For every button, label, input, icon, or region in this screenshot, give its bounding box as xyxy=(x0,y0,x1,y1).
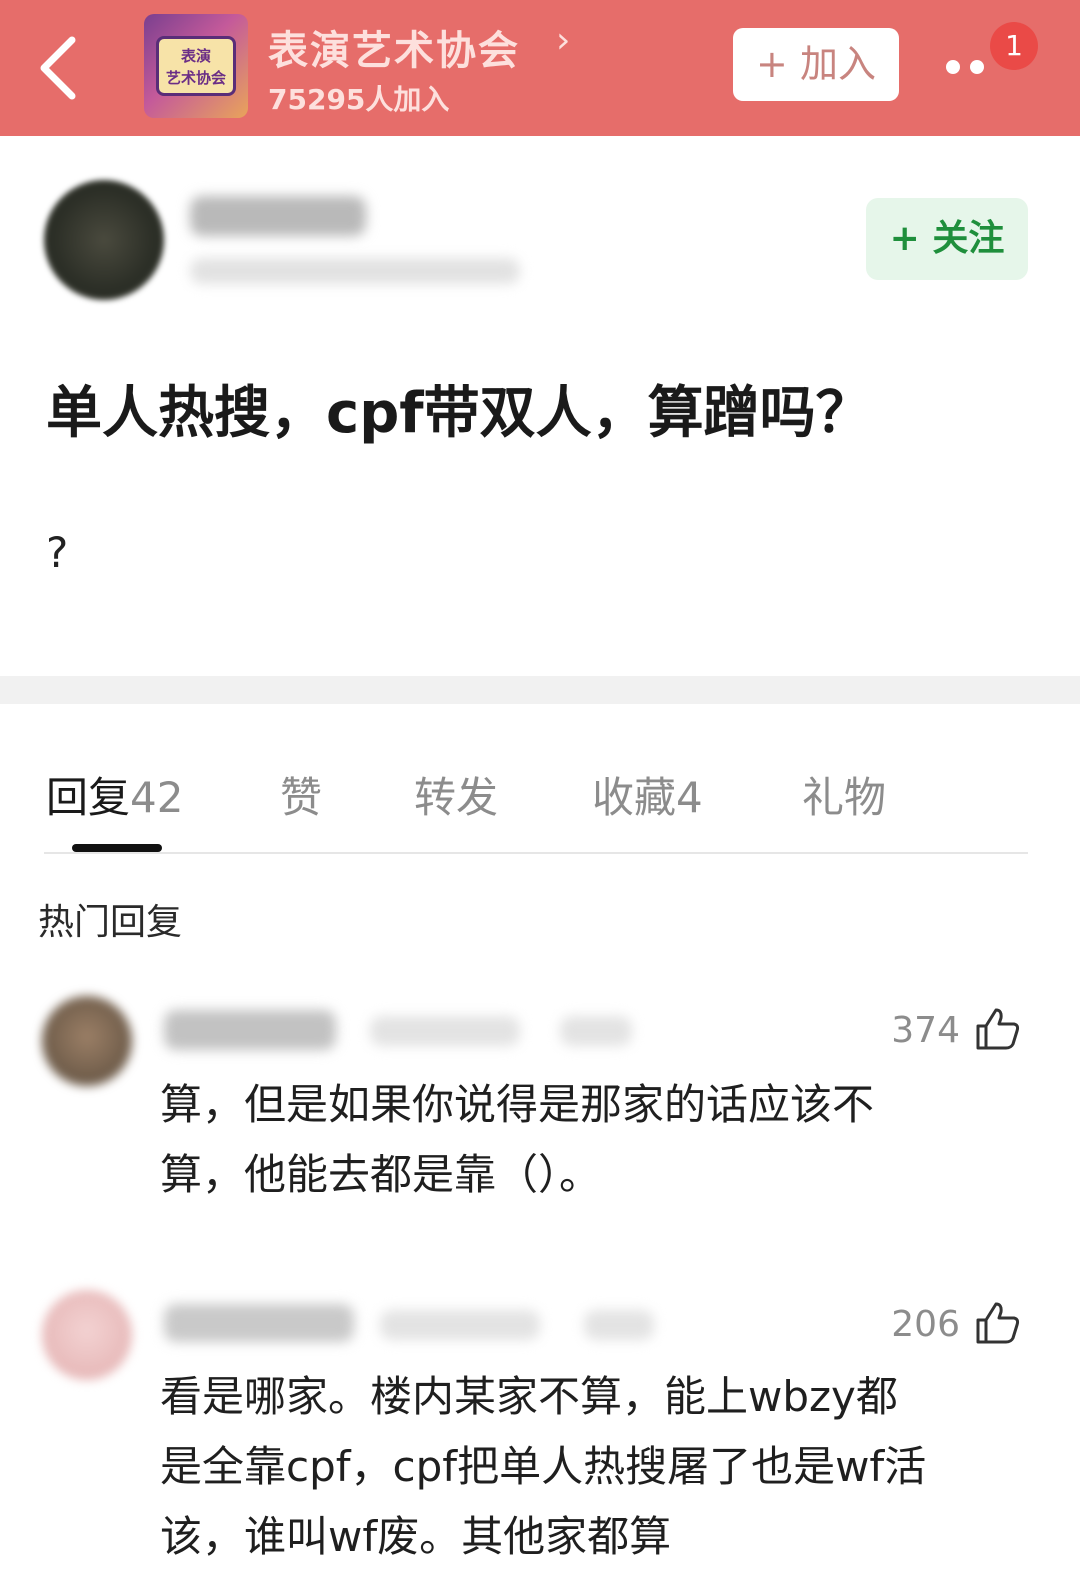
group-avatar-logo: 表演 艺术协会 xyxy=(156,36,236,96)
reply-meta-redacted xyxy=(584,1310,654,1340)
like-count: 374 xyxy=(891,1010,960,1051)
reply-meta-redacted xyxy=(380,1310,540,1340)
reply-avatar[interactable] xyxy=(42,1290,132,1380)
author-meta-redacted xyxy=(190,258,520,284)
active-tab-indicator xyxy=(72,844,162,852)
reply-username-redacted xyxy=(164,1304,354,1342)
group-name[interactable]: 表演艺术协会 xyxy=(268,18,520,76)
tab-replies[interactable]: 回复42 xyxy=(46,764,183,825)
more-dot xyxy=(970,60,984,74)
reply-meta-redacted xyxy=(370,1016,520,1046)
author-name-redacted xyxy=(190,196,366,236)
reply-text: 算，但是如果你说得是那家的话应该不 算，他能去都是靠（）。 xyxy=(160,1080,875,1199)
tab-likes[interactable]: 赞 xyxy=(280,764,322,825)
reply-avatar[interactable] xyxy=(42,996,132,1086)
author-avatar[interactable] xyxy=(44,180,164,300)
tabs-divider xyxy=(44,852,1028,854)
more-dot xyxy=(946,60,960,74)
reply-username-redacted xyxy=(164,1010,336,1050)
group-avatar[interactable]: 表演 艺术协会 xyxy=(144,14,248,118)
thumbs-up-icon[interactable] xyxy=(972,1004,1022,1054)
notification-badge: 1 xyxy=(990,22,1038,70)
reply-meta-redacted xyxy=(560,1016,632,1046)
group-header: 表演 艺术协会 表演艺术协会 › 75295人加入 + 加入 1 xyxy=(0,0,1080,136)
post-title: 单人热搜，cpf带双人，算蹭吗？ xyxy=(46,381,872,446)
chevron-right-icon[interactable]: › xyxy=(556,20,570,61)
like-count: 206 xyxy=(891,1304,960,1345)
join-button[interactable]: + 加入 xyxy=(733,28,899,101)
hot-replies-heading: 热门回复 xyxy=(38,902,183,943)
section-divider xyxy=(0,676,1080,704)
follow-button[interactable]: + 关注 xyxy=(866,198,1028,280)
thumbs-up-icon[interactable] xyxy=(972,1298,1022,1348)
member-count: 75295人加入 xyxy=(268,83,450,116)
reply-text: 看是哪家。楼内某家不算，能上wbzy都 是全靠cpf，cpf把单人热搜屠了也是w… xyxy=(160,1372,927,1561)
tab-favorites[interactable]: 收藏4 xyxy=(592,764,703,825)
tab-gifts[interactable]: 礼物 xyxy=(802,764,886,825)
post-body: ? xyxy=(46,528,69,577)
tab-reposts[interactable]: 转发 xyxy=(414,764,498,825)
back-arrow-icon[interactable] xyxy=(28,28,98,108)
